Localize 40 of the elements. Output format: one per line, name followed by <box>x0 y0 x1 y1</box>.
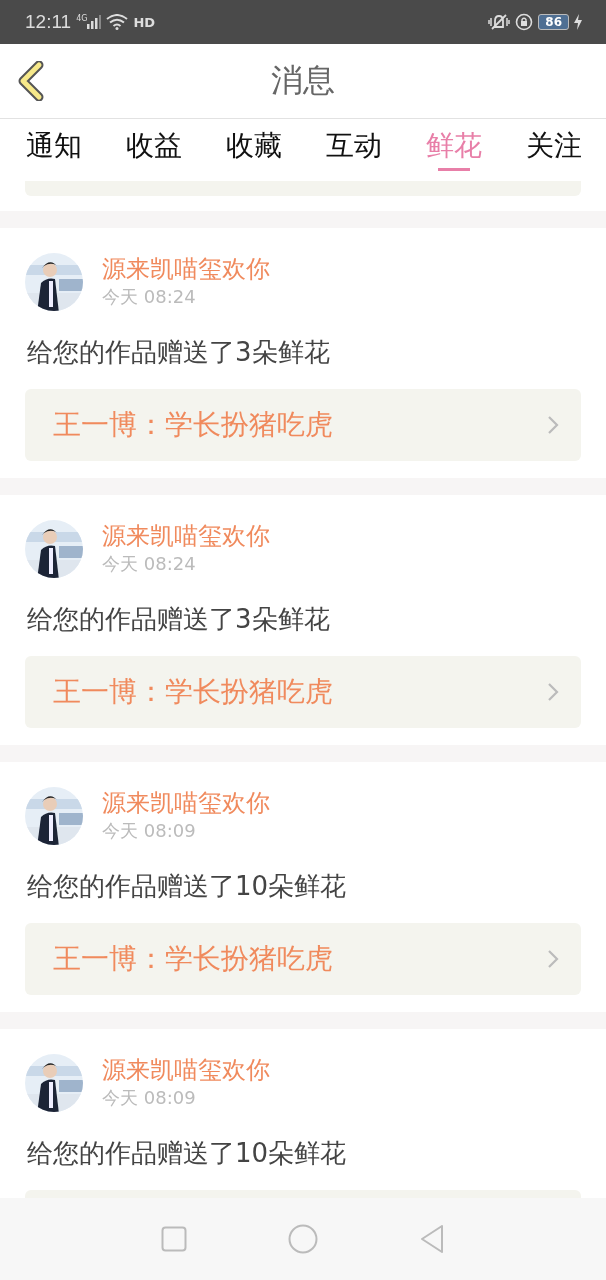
sender-name[interactable]: 源来凯喵玺欢你 <box>102 1055 270 1085</box>
message-text: 给您的作品赠送了3朵鲜花 <box>26 603 331 636</box>
message-time: 今天 08:09 <box>102 819 197 843</box>
chevron-right-icon <box>547 682 559 702</box>
sender-name[interactable]: 源来凯喵玺欢你 <box>102 254 270 284</box>
work-title: 王一博：学长扮猪吃虎 <box>53 407 333 443</box>
network-type: 4G <box>76 15 88 23</box>
work-title: 王一博：学长扮猪吃虎 <box>53 674 333 710</box>
message-text: 给您的作品赠送了3朵鲜花 <box>26 336 331 369</box>
work-link-box[interactable]: 王一博：学长扮猪吃虎 <box>25 389 581 461</box>
work-link-box[interactable]: 王一博：学长扮猪吃虎 <box>25 923 581 995</box>
message-text: 给您的作品赠送了10朵鲜花 <box>26 1137 348 1170</box>
tab[interactable]: 收藏 <box>226 119 282 173</box>
vibrate-mute-icon <box>488 13 511 31</box>
hd-label: HD <box>133 14 156 30</box>
tab[interactable]: 通知 <box>26 119 82 173</box>
work-link-box[interactable]: 王一博：学长扮猪吃虎 <box>25 656 581 728</box>
rotation-lock-icon <box>515 13 534 31</box>
tab[interactable]: 鲜花 <box>426 119 482 173</box>
clock-time: 12:11 <box>25 11 72 33</box>
tab[interactable]: 关注 <box>526 119 582 173</box>
home-icon[interactable] <box>288 1224 318 1254</box>
message-time: 今天 08:24 <box>102 285 197 309</box>
chevron-right-icon <box>547 415 559 435</box>
wifi-icon <box>106 14 129 30</box>
charging-icon <box>574 14 582 30</box>
recent-apps-icon[interactable] <box>160 1226 187 1252</box>
sender-name[interactable]: 源来凯喵玺欢你 <box>102 788 270 818</box>
work-title: 王一博：学长扮猪吃虎 <box>53 941 333 977</box>
signal-icon <box>87 15 102 29</box>
message-time: 今天 08:09 <box>102 1086 197 1110</box>
chevron-right-icon <box>547 949 559 969</box>
tab[interactable]: 互动 <box>326 119 382 173</box>
sender-name[interactable]: 源来凯喵玺欢你 <box>102 521 270 551</box>
page-title: 消息 <box>271 60 335 101</box>
battery-level: 86 <box>538 14 569 30</box>
back-icon[interactable] <box>17 61 45 101</box>
message-text: 给您的作品赠送了10朵鲜花 <box>26 870 348 903</box>
message-time: 今天 08:24 <box>102 552 197 576</box>
tab[interactable]: 收益 <box>126 119 182 173</box>
